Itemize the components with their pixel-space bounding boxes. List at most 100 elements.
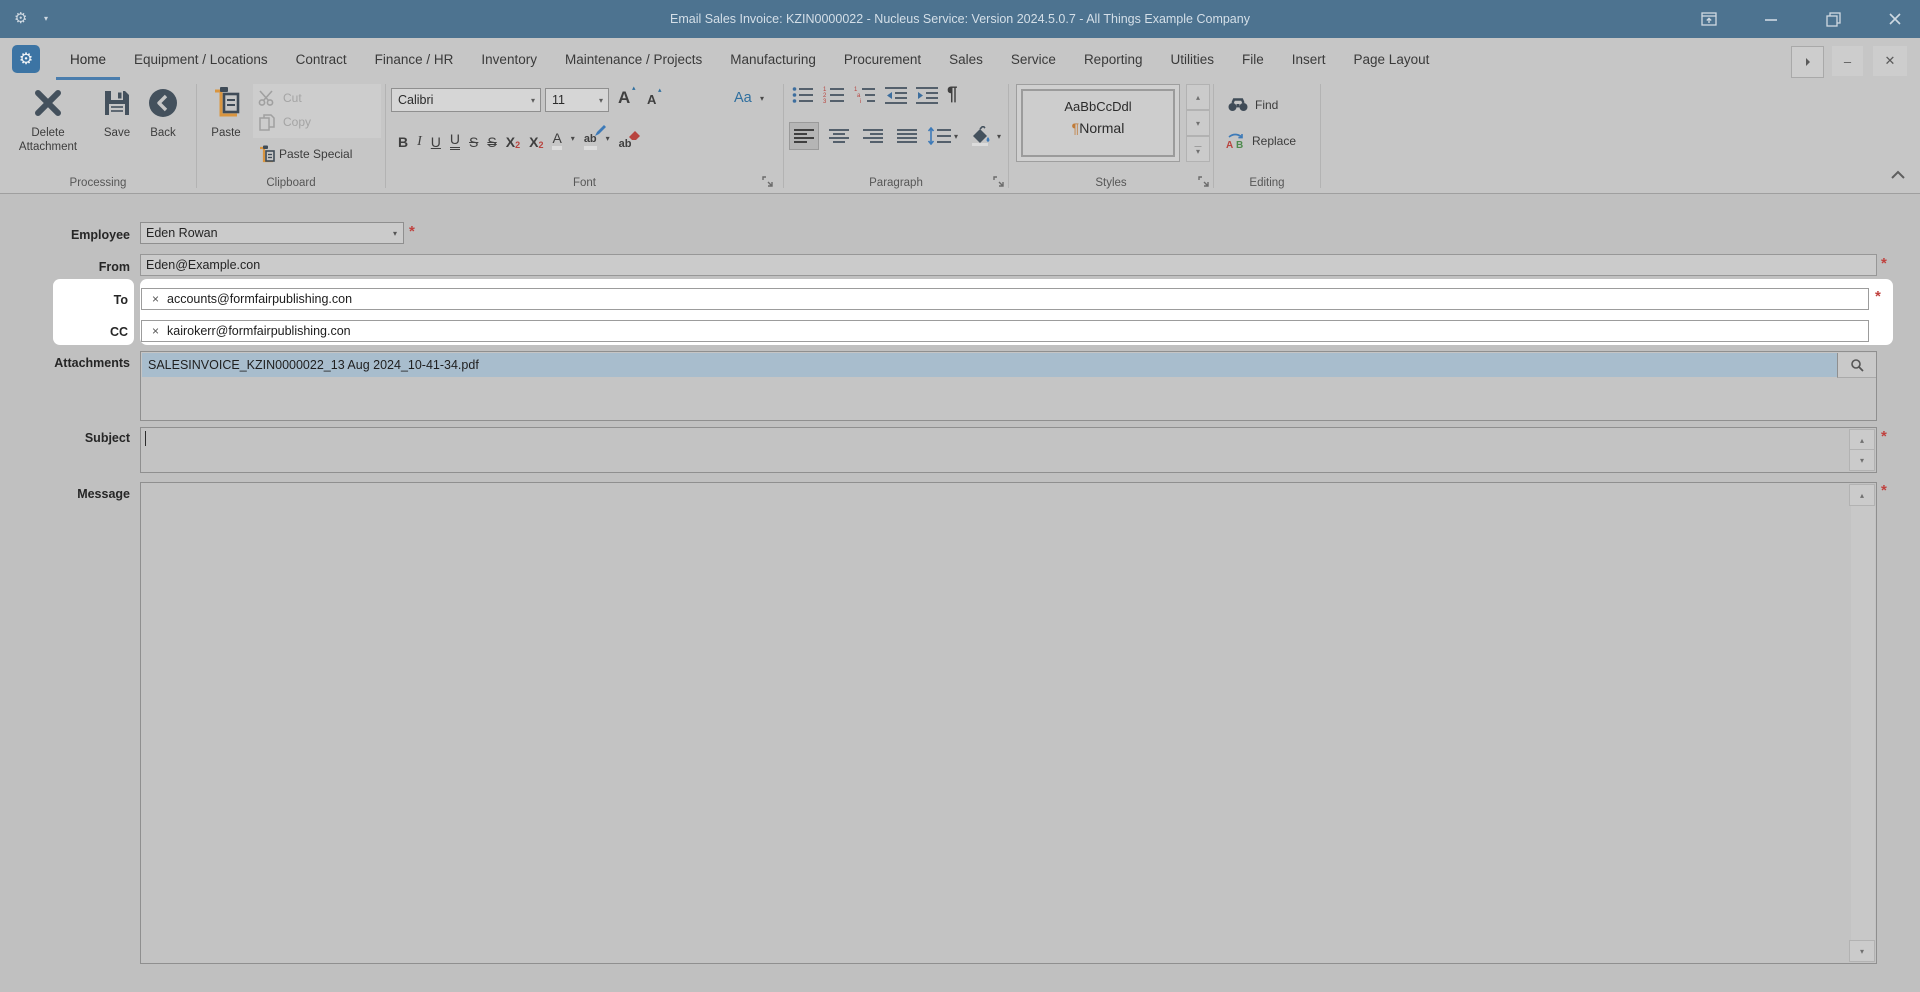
ribbon-minimize-button[interactable]: – bbox=[1832, 46, 1863, 76]
minimize-icon[interactable] bbox=[1756, 6, 1786, 32]
subject-scroll-up-button[interactable]: ▴ bbox=[1849, 429, 1875, 451]
text-caret bbox=[145, 431, 146, 446]
message-scrollbar-track[interactable] bbox=[1851, 484, 1875, 962]
attachments-listbox[interactable]: SALESINVOICE_KZIN0000022_13 Aug 2024_10-… bbox=[140, 351, 1877, 421]
tab-equipment-locations[interactable]: Equipment / Locations bbox=[120, 38, 282, 80]
paste-button[interactable]: Paste bbox=[203, 84, 249, 166]
align-left-button[interactable] bbox=[789, 122, 819, 150]
style-item-normal[interactable]: AaBbCcDdl ¶Normal bbox=[1021, 89, 1175, 157]
message-field[interactable]: ▴ ▾ bbox=[140, 482, 1877, 964]
font-size-value: 11 bbox=[552, 93, 565, 107]
subscript-button[interactable]: X2 bbox=[529, 126, 543, 150]
tab-maintenance-projects[interactable]: Maintenance / Projects bbox=[551, 38, 716, 80]
replace-button[interactable]: AB Replace bbox=[1226, 130, 1320, 152]
styles-gallery: AaBbCcDdl ¶Normal bbox=[1016, 84, 1180, 162]
styles-scroll-up-button[interactable]: ▴ bbox=[1186, 84, 1210, 110]
to-label: To bbox=[113, 293, 128, 307]
cc-label: CC bbox=[109, 325, 128, 339]
group-font: Calibri ▾ 11 ▾ A ▴ A ▴ Aa ▾ B I U U S S … bbox=[386, 80, 783, 192]
tab-procurement[interactable]: Procurement bbox=[830, 38, 935, 80]
show-marks-button[interactable]: ¶ bbox=[947, 85, 958, 104]
styles-dialog-launcher[interactable] bbox=[1198, 176, 1210, 188]
tab-sales[interactable]: Sales bbox=[935, 38, 997, 80]
ribbon-collapse-chevron-icon[interactable] bbox=[1890, 170, 1906, 180]
strikethrough-button[interactable]: S bbox=[469, 126, 478, 150]
styles-gallery-expand-button[interactable]: — ▾ bbox=[1186, 136, 1210, 162]
paste-special-button[interactable]: Paste Special bbox=[255, 144, 383, 166]
tab-scroll-right-button[interactable] bbox=[1791, 46, 1824, 78]
attachment-row-selected[interactable]: SALESINVOICE_KZIN0000022_13 Aug 2024_10-… bbox=[142, 353, 1843, 377]
chevron-down-icon[interactable]: ▾ bbox=[571, 134, 575, 143]
styles-scroll-down-button[interactable]: ▾ bbox=[1186, 110, 1210, 136]
save-button[interactable]: Save bbox=[94, 84, 140, 166]
underline-button[interactable]: U bbox=[431, 126, 441, 150]
double-underline-button[interactable]: U bbox=[449, 127, 461, 150]
subject-scroll-down-button[interactable]: ▾ bbox=[1849, 449, 1875, 471]
to-field[interactable]: × accounts@formfairpublishing.con bbox=[141, 288, 1869, 310]
tab-finance-hr[interactable]: Finance / HR bbox=[361, 38, 468, 80]
paragraph-dialog-launcher[interactable] bbox=[993, 176, 1005, 188]
attachment-file-name: SALESINVOICE_KZIN0000022_13 Aug 2024_10-… bbox=[148, 358, 479, 372]
align-center-button[interactable] bbox=[825, 123, 853, 149]
chevron-down-icon[interactable]: ▾ bbox=[594, 96, 608, 105]
delete-attachment-button[interactable]: Delete Attachment bbox=[6, 84, 90, 166]
tab-inventory[interactable]: Inventory bbox=[467, 38, 551, 80]
decrease-indent-icon[interactable] bbox=[885, 86, 907, 104]
message-scroll-up-button[interactable]: ▴ bbox=[1849, 484, 1875, 506]
subject-field[interactable]: ▴ ▾ bbox=[140, 427, 1877, 473]
tab-utilities[interactable]: Utilities bbox=[1156, 38, 1228, 80]
attachments-label: Attachments bbox=[54, 356, 130, 370]
cc-field[interactable]: × kairokerr@formfairpublishing.con bbox=[141, 320, 1869, 342]
pencil-icon bbox=[594, 125, 606, 136]
tab-manufacturing[interactable]: Manufacturing bbox=[716, 38, 830, 80]
change-case-button[interactable]: Aa ▾ bbox=[734, 88, 778, 112]
italic-button[interactable]: I bbox=[417, 126, 422, 150]
bullet-list-icon[interactable] bbox=[792, 86, 814, 104]
font-family-combo[interactable]: Calibri ▾ bbox=[391, 88, 541, 112]
remove-recipient-icon[interactable]: × bbox=[142, 324, 167, 338]
chevron-down-icon[interactable]: ▾ bbox=[526, 96, 540, 105]
find-button[interactable]: Find bbox=[1228, 94, 1318, 116]
tab-insert[interactable]: Insert bbox=[1278, 38, 1340, 80]
ribbon: Delete Attachment Save Back Processing P… bbox=[0, 80, 1920, 194]
numbered-list-icon[interactable]: 123 bbox=[823, 86, 845, 104]
align-right-button[interactable] bbox=[859, 123, 887, 149]
from-label: From bbox=[98, 260, 130, 274]
font-color-button[interactable]: A bbox=[552, 126, 562, 150]
font-size-combo[interactable]: 11 ▾ bbox=[545, 88, 609, 112]
tab-reporting[interactable]: Reporting bbox=[1070, 38, 1157, 80]
multilevel-list-icon[interactable]: 1ai bbox=[854, 86, 876, 104]
remove-recipient-icon[interactable]: × bbox=[142, 292, 167, 306]
bold-button[interactable]: B bbox=[398, 126, 408, 150]
dock-panel-icon[interactable] bbox=[1694, 6, 1724, 32]
tab-service[interactable]: Service bbox=[997, 38, 1070, 80]
chevron-down-icon[interactable]: ▾ bbox=[393, 229, 403, 238]
employee-combo[interactable]: Eden Rowan ▾ bbox=[140, 222, 404, 244]
font-dialog-launcher[interactable] bbox=[762, 176, 774, 188]
group-editing: Find AB Replace Editing bbox=[1214, 80, 1320, 192]
tab-file[interactable]: File bbox=[1228, 38, 1278, 80]
shading-button[interactable]: ▾ bbox=[969, 123, 1011, 149]
message-scroll-down-button[interactable]: ▾ bbox=[1849, 940, 1875, 962]
double-strikethrough-button[interactable]: S bbox=[487, 126, 496, 150]
tab-home[interactable]: Home bbox=[56, 38, 120, 80]
increase-indent-icon[interactable] bbox=[916, 86, 938, 104]
attachment-search-button[interactable] bbox=[1837, 353, 1876, 378]
tab-page-layout[interactable]: Page Layout bbox=[1340, 38, 1444, 80]
from-field[interactable]: Eden@Example.con bbox=[140, 254, 1877, 276]
clear-formatting-button[interactable]: ab bbox=[619, 126, 640, 150]
tab-contract[interactable]: Contract bbox=[282, 38, 361, 80]
app-menu-button[interactable]: ⚙ bbox=[12, 45, 40, 73]
back-button[interactable]: Back bbox=[140, 84, 186, 166]
highlight-button[interactable]: ab bbox=[583, 125, 606, 150]
ribbon-close-button[interactable]: ✕ bbox=[1873, 46, 1907, 76]
close-icon[interactable] bbox=[1880, 6, 1910, 32]
line-spacing-button[interactable]: ▾ bbox=[927, 123, 963, 149]
grow-font-button[interactable]: A ▴ bbox=[616, 85, 642, 112]
replace-ab-icon: AB bbox=[1226, 133, 1243, 149]
group-title-font: Font bbox=[572, 177, 596, 189]
restore-icon[interactable] bbox=[1818, 6, 1848, 32]
shrink-font-button[interactable]: A ▴ bbox=[644, 87, 668, 113]
superscript-button[interactable]: X2 bbox=[506, 126, 520, 150]
justify-button[interactable] bbox=[893, 123, 921, 149]
